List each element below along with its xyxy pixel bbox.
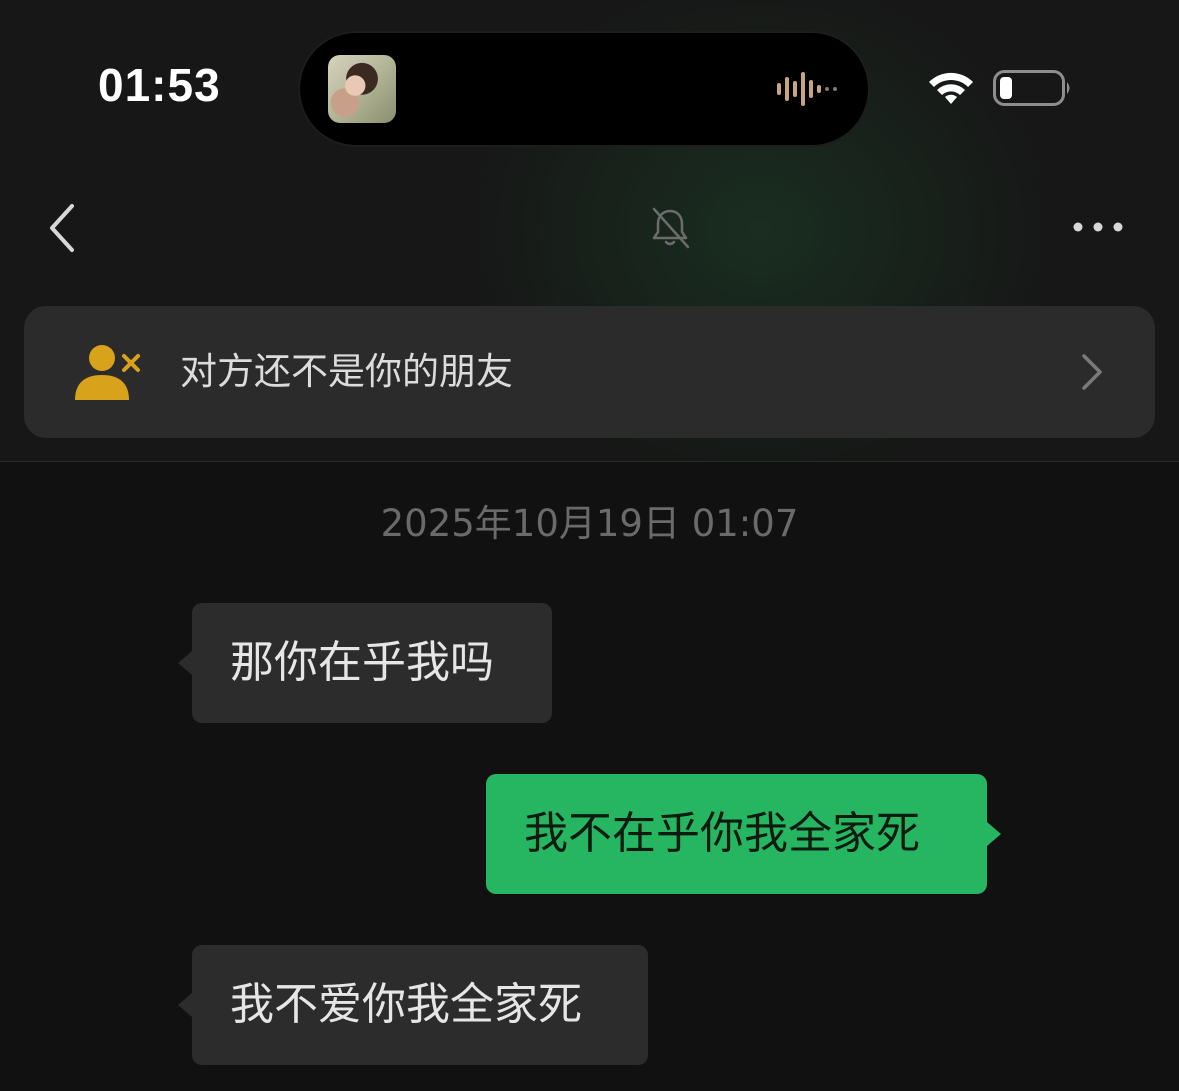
battery-low-icon <box>993 70 1070 106</box>
message-text: 我不爱你我全家死 <box>230 979 582 1030</box>
bell-slash-icon <box>652 207 690 249</box>
bubble-tail <box>178 993 192 1017</box>
incoming-message-bubble[interactable]: 那你在乎我吗 <box>178 603 552 723</box>
album-art-thumbnail[interactable] <box>328 55 396 123</box>
message-text: 那你在乎我吗 <box>230 637 494 688</box>
header-area: 01:53 对方还不是你的朋友 <box>0 0 1179 462</box>
user-remove-icon <box>75 345 140 400</box>
audio-waveform-icon <box>777 72 837 106</box>
message-text: 我不在乎你我全家死 <box>524 808 920 859</box>
not-friend-label: 对方还不是你的朋友 <box>180 350 513 393</box>
chevron-left-icon[interactable] <box>40 198 90 258</box>
bubble-tail <box>987 822 1001 846</box>
message-timestamp: 2025年10月19日 01:07 <box>380 502 799 545</box>
dynamic-island[interactable] <box>300 33 868 145</box>
more-dots-icon[interactable] <box>1068 210 1128 244</box>
outgoing-message-bubble[interactable]: 我不在乎你我全家死 <box>486 774 1001 894</box>
incoming-message-bubble[interactable]: 我不爱你我全家死 <box>178 945 648 1065</box>
chevron-right-icon <box>1082 354 1102 390</box>
bubble-tail <box>178 651 192 675</box>
wifi-icon <box>929 72 973 104</box>
chat-screen: 01:53 对方还不是你的朋友 2025年10月19日 01:07 那你在乎我吗… <box>0 0 1179 1091</box>
not-friend-banner[interactable]: 对方还不是你的朋友 <box>24 306 1155 438</box>
status-time: 01:53 <box>98 59 221 111</box>
